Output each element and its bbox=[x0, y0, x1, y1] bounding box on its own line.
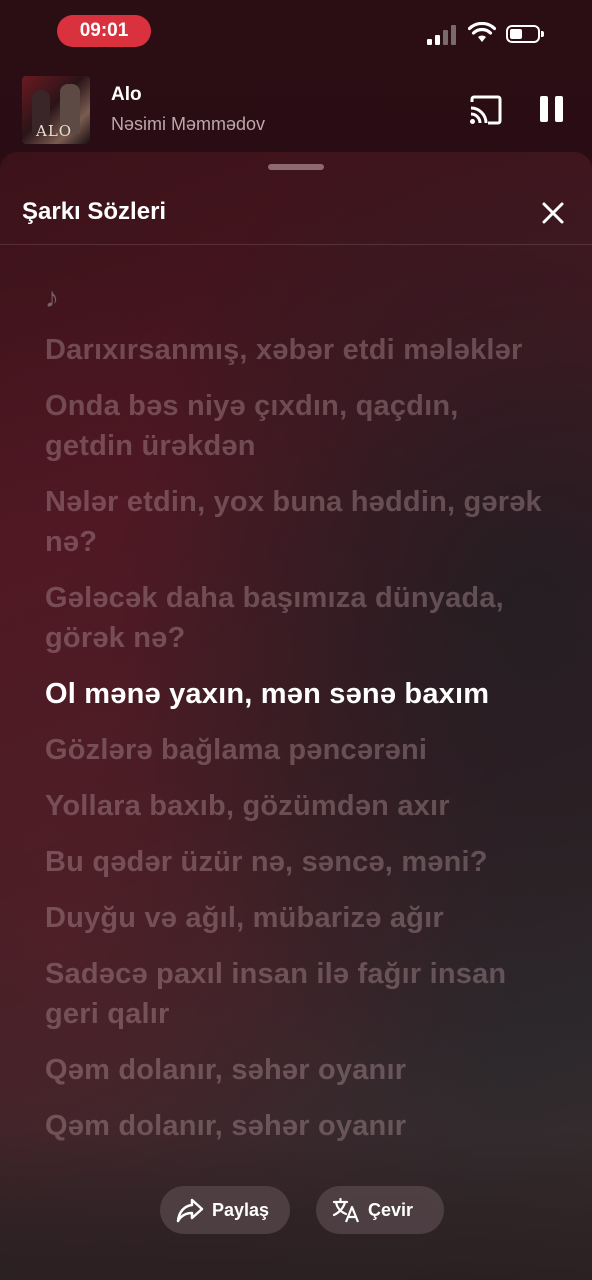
lyric-line[interactable]: Gələcək daha başımıza dünyada, görək nə? bbox=[45, 578, 545, 658]
wifi-icon bbox=[468, 22, 496, 42]
cast-icon[interactable] bbox=[468, 94, 504, 126]
lyrics-sheet: Şarkı Sözleri ♪ Darıxırsanmış, xəbər etd… bbox=[0, 152, 592, 1280]
sheet-title: Şarkı Sözleri bbox=[22, 198, 167, 225]
music-note-icon: ♪ bbox=[45, 282, 59, 313]
lyric-line[interactable]: Darıxırsanmış, xəbər etdi mələklər bbox=[45, 330, 545, 370]
lyric-line[interactable]: Bu qədər üzür nə, səncə, məni? bbox=[45, 842, 545, 882]
track-title: Alo bbox=[111, 84, 142, 105]
cellular-signal-icon bbox=[427, 25, 456, 45]
lyric-line-active[interactable]: Ol mənə yaxın, mən sənə baxım bbox=[45, 674, 545, 714]
mini-player[interactable]: ALO Alo Nəsimi Məmmədov bbox=[0, 70, 592, 150]
translate-icon bbox=[332, 1197, 360, 1223]
share-label: Paylaş bbox=[212, 1200, 270, 1220]
lyric-line[interactable]: Gözlərə bağlama pəncərəni bbox=[45, 730, 545, 770]
album-art[interactable]: ALO bbox=[22, 76, 90, 144]
lyric-line[interactable]: Qəm dolanır, səhər oyanır bbox=[45, 1050, 545, 1090]
lyric-line[interactable]: Nələr etdin, yox buna həddin, gərək nə? bbox=[45, 482, 545, 562]
pause-icon bbox=[540, 96, 548, 122]
status-bar: 09:01 bbox=[0, 0, 592, 64]
lyric-line[interactable]: Duyğu və ağıl, mübarizə ağır bbox=[45, 898, 545, 938]
pause-button[interactable] bbox=[538, 94, 566, 124]
status-time[interactable]: 09:01 bbox=[57, 15, 151, 47]
lyrics-list: ♪ Darıxırsanmış, xəbər etdi mələklər Ond… bbox=[45, 278, 545, 1162]
sheet-header: Şarkı Sözleri bbox=[0, 182, 592, 245]
album-art-text: ALO bbox=[36, 122, 73, 140]
battery-icon bbox=[506, 25, 544, 43]
lyric-line[interactable]: Sadəcə paxıl insan ilə fağır insan geri … bbox=[45, 954, 545, 1034]
bottom-fade bbox=[0, 1130, 592, 1280]
lyric-line[interactable]: Yollara baxıb, gözümdən axır bbox=[45, 786, 545, 826]
share-icon bbox=[176, 1198, 204, 1223]
lyric-line[interactable]: Onda bəs niyə çıxdın, qaçdın, getdin ürə… bbox=[45, 386, 545, 466]
close-icon[interactable] bbox=[536, 196, 570, 230]
translate-button[interactable]: Çevir bbox=[316, 1186, 444, 1234]
screen: 09:01 ALO Alo Nəsimi Məmmədov Şarkı Sözl… bbox=[0, 0, 592, 1280]
share-button[interactable]: Paylaş bbox=[160, 1186, 290, 1234]
track-artist: Nəsimi Məmmədov bbox=[111, 114, 266, 134]
translate-label: Çevir bbox=[368, 1200, 414, 1220]
sheet-grabber[interactable] bbox=[268, 164, 324, 170]
